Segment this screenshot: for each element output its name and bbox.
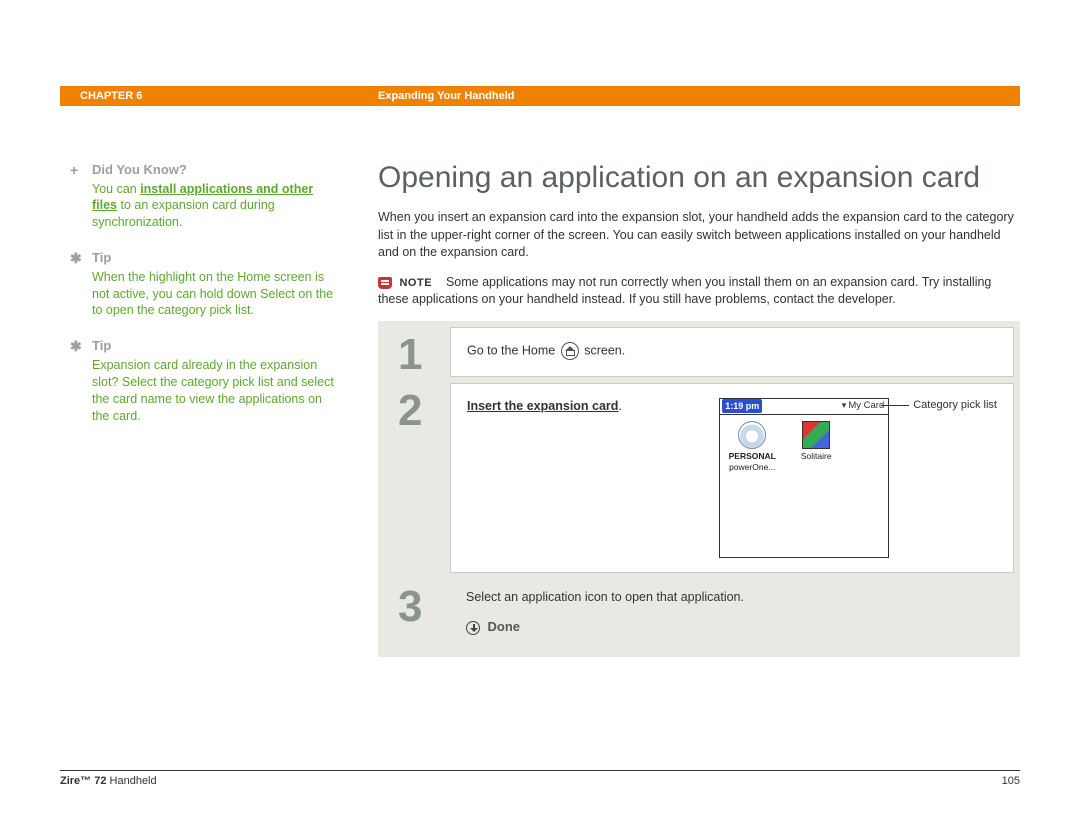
tip-block-1: ✱ Tip When the highlight on the Home scr… <box>92 249 338 319</box>
note-icon <box>378 277 392 289</box>
down-arrow-icon <box>466 621 480 635</box>
app-icon <box>802 421 830 449</box>
did-you-know-body: You can install applications and other f… <box>92 181 338 232</box>
step-body: Go to the Home screen. <box>450 327 1014 377</box>
app-powerone[interactable]: PERSONAL powerOne... <box>728 421 776 475</box>
intro-paragraph: When you insert an expansion card into t… <box>378 209 1020 262</box>
did-you-know-block: + Did You Know? You can install applicat… <box>92 161 338 231</box>
note-text: Some applications may not run correctly … <box>378 275 991 307</box>
step-1: 1 Go to the Home screen. <box>384 327 1014 377</box>
step-2: 2 Insert the expansion card. 1:19 pm My … <box>384 383 1014 573</box>
step-number: 3 <box>384 579 450 651</box>
step-3: 3 Select an application icon to open tha… <box>384 579 1014 651</box>
chapter-label: CHAPTER 6 <box>60 90 378 102</box>
callout-category-picklist: Category pick list <box>903 398 997 413</box>
done-indicator: Done <box>466 618 998 637</box>
page-number: 105 <box>1002 775 1020 787</box>
asterisk-icon: ✱ <box>70 337 82 356</box>
app-icon <box>738 421 766 449</box>
product-name: Zire™ 72 Handheld <box>60 775 157 787</box>
asterisk-icon: ✱ <box>70 249 82 268</box>
step-body: Select an application icon to open that … <box>450 579 1014 651</box>
did-you-know-heading: + Did You Know? <box>92 161 338 179</box>
note-paragraph: NOTE Some applications may not run corre… <box>378 274 1020 309</box>
note-label: NOTE <box>399 277 432 289</box>
home-icon <box>561 342 579 360</box>
step-number: 2 <box>384 383 450 573</box>
insert-card-link[interactable]: Insert the expansion card <box>467 399 618 413</box>
device-status-bar: 1:19 pm My Card <box>720 399 888 415</box>
tip-body-2: Expansion card already in the expansion … <box>92 357 338 425</box>
tip-heading-1: ✱ Tip <box>92 249 338 267</box>
tip-body-1: When the highlight on the Home screen is… <box>92 269 338 320</box>
tip-block-2: ✱ Tip Expansion card already in the expa… <box>92 337 338 424</box>
main-content: Opening an application on an expansion c… <box>378 161 1020 657</box>
steps-container: 1 Go to the Home screen. 2 Insert the ex… <box>378 321 1020 657</box>
device-time: 1:19 pm <box>722 399 762 414</box>
device-screenshot: 1:19 pm My Card PERSONAL powerOne... <box>719 398 889 558</box>
tip-heading-2: ✱ Tip <box>92 337 338 355</box>
chapter-title: Expanding Your Handheld <box>378 90 515 102</box>
sidebar: + Did You Know? You can install applicat… <box>60 161 378 657</box>
page-title: Opening an application on an expansion c… <box>378 161 1020 195</box>
device-category-picklist[interactable]: My Card <box>840 399 886 412</box>
page-footer: Zire™ 72 Handheld 105 <box>60 770 1020 787</box>
plus-icon: + <box>70 161 78 180</box>
step-body: Insert the expansion card. 1:19 pm My Ca… <box>450 383 1014 573</box>
app-solitaire[interactable]: Solitaire <box>792 421 840 475</box>
step-number: 1 <box>384 327 450 377</box>
chapter-header-bar: CHAPTER 6 Expanding Your Handheld <box>60 86 1020 106</box>
